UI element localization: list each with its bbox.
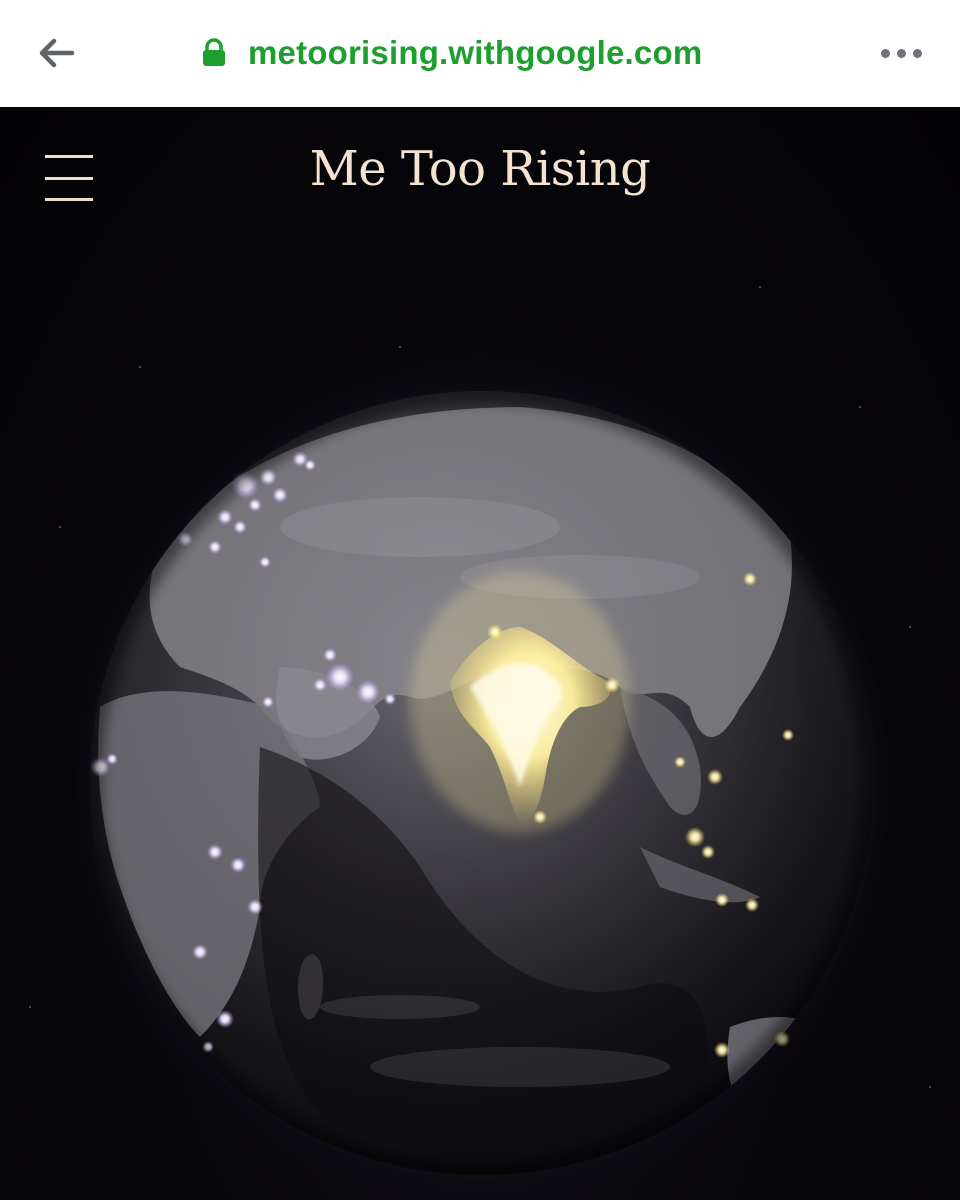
browser-toolbar: metoorising.withgoogle.com bbox=[0, 0, 960, 107]
earth-globe[interactable] bbox=[0, 107, 960, 1200]
arrow-left-icon bbox=[39, 38, 75, 68]
url-text: metoorising.withgoogle.com bbox=[248, 34, 703, 71]
back-button[interactable] bbox=[30, 30, 82, 76]
more-horizontal-icon bbox=[912, 48, 922, 58]
lock-icon bbox=[200, 38, 228, 68]
page-content: Me Too Rising bbox=[0, 107, 960, 1200]
address-bar[interactable]: metoorising.withgoogle.com bbox=[200, 30, 760, 76]
more-options-button[interactable] bbox=[866, 30, 936, 76]
india-highlight bbox=[410, 572, 630, 832]
more-horizontal-icon bbox=[880, 48, 890, 58]
more-horizontal-icon bbox=[896, 48, 906, 58]
